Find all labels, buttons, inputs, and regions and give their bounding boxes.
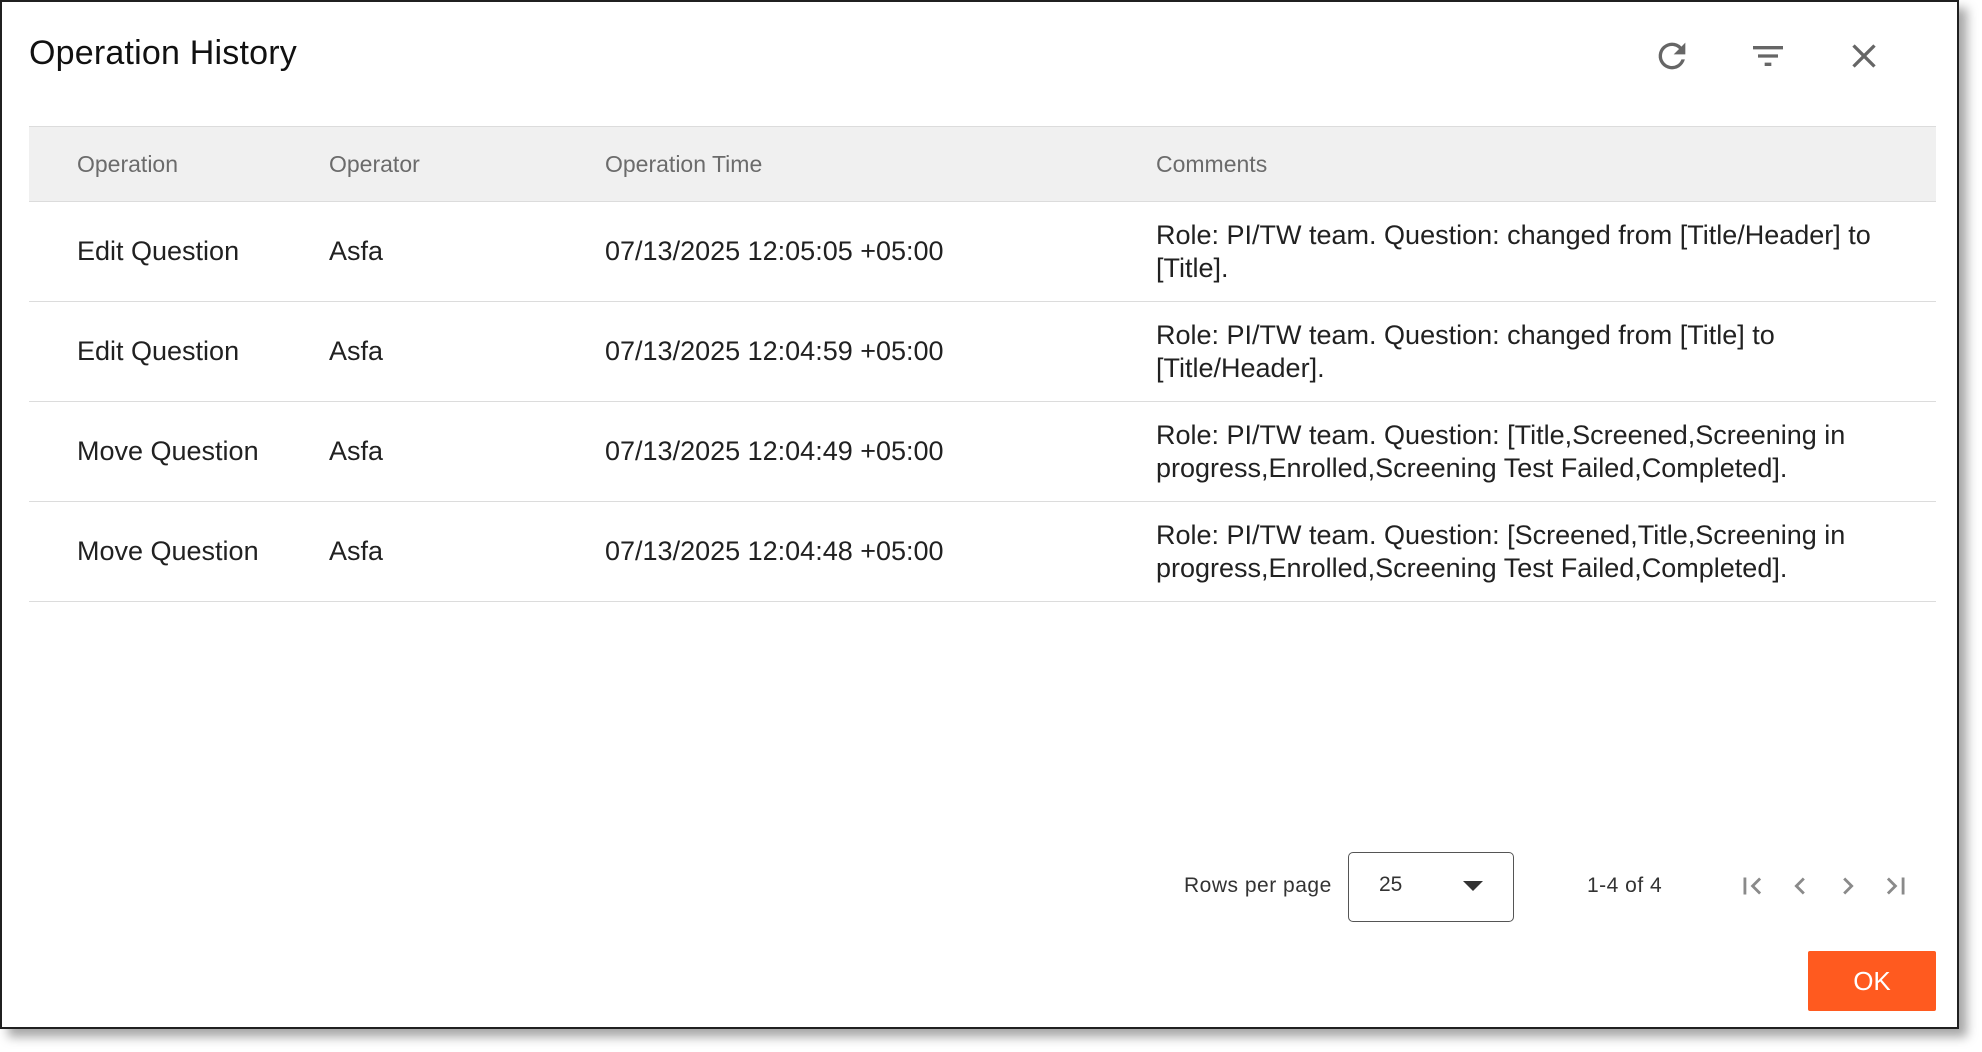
rows-per-page-value: 25 [1379, 873, 1403, 896]
table-row[interactable]: Move Question Asfa 07/13/2025 12:04:48 +… [29, 502, 1936, 602]
cell-comments: Role: PI/TW team. Question: [Screened,Ti… [1156, 519, 1846, 583]
table-row[interactable]: Edit Question Asfa 07/13/2025 12:05:05 +… [29, 202, 1936, 302]
cell-operation-time: 07/13/2025 12:05:05 +05:00 [605, 236, 944, 266]
caret-down-icon [1463, 881, 1483, 891]
operation-history-dialog: Operation History Operation Operator Ope… [0, 0, 1959, 1029]
column-header-operation-time[interactable]: Operation Time [605, 151, 762, 178]
ok-button[interactable]: OK [1808, 951, 1936, 1011]
previous-page-icon[interactable] [1778, 864, 1822, 908]
last-page-icon[interactable] [1874, 864, 1918, 908]
cell-operation-time: 07/13/2025 12:04:59 +05:00 [605, 336, 944, 366]
cell-operator: Asfa [329, 236, 384, 266]
table-header: Operation Operator Operation Time Commen… [29, 126, 1936, 202]
cell-comments: Role: PI/TW team. Question: changed from… [1156, 319, 1775, 383]
first-page-icon[interactable] [1730, 864, 1774, 908]
table-row[interactable]: Edit Question Asfa 07/13/2025 12:04:59 +… [29, 302, 1936, 402]
cell-operation: Move Question [77, 536, 259, 566]
column-header-operator[interactable]: Operator [329, 151, 420, 178]
refresh-icon[interactable] [1648, 32, 1696, 80]
cell-operator: Asfa [329, 336, 384, 366]
dialog-title: Operation History [29, 34, 297, 72]
next-page-icon[interactable] [1826, 864, 1870, 908]
column-header-operation[interactable]: Operation [77, 151, 178, 178]
cell-operation: Edit Question [77, 336, 240, 366]
cell-operation-time: 07/13/2025 12:04:48 +05:00 [605, 536, 944, 566]
table-row[interactable]: Move Question Asfa 07/13/2025 12:04:49 +… [29, 402, 1936, 502]
operation-history-table: Operation Operator Operation Time Commen… [29, 126, 1936, 602]
pagination-range: 1-4 of 4 [1587, 874, 1663, 897]
close-icon[interactable] [1840, 32, 1888, 80]
column-header-comments[interactable]: Comments [1156, 148, 1916, 181]
rows-per-page-label: Rows per page [1184, 874, 1332, 897]
cell-operator: Asfa [329, 536, 384, 566]
cell-operation: Edit Question [77, 236, 240, 266]
filter-icon[interactable] [1744, 32, 1792, 80]
cell-comments: Role: PI/TW team. Question: [Title,Scree… [1156, 419, 1846, 483]
cell-operation-time: 07/13/2025 12:04:49 +05:00 [605, 436, 944, 466]
cell-operation: Move Question [77, 436, 259, 466]
cell-comments: Role: PI/TW team. Question: changed from… [1156, 219, 1871, 283]
rows-per-page-select[interactable]: 25 [1348, 852, 1514, 922]
cell-operator: Asfa [329, 436, 384, 466]
